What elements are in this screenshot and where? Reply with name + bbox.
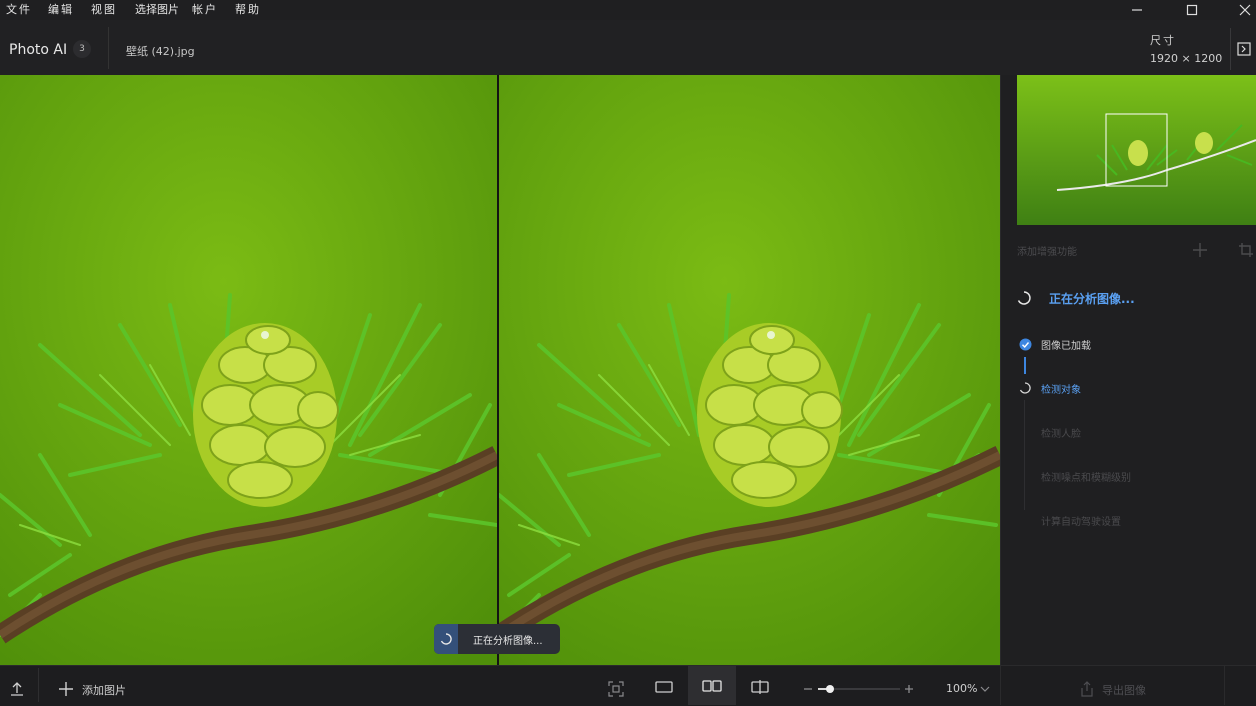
export-divider-right	[1224, 666, 1225, 705]
spinner-icon	[1017, 291, 1031, 305]
single-view-button[interactable]	[646, 668, 682, 705]
dimensions-value: 1920 × 1200	[1150, 52, 1223, 65]
fit-screen-button[interactable]	[606, 679, 626, 699]
minimize-button[interactable]	[1114, 0, 1160, 20]
step-detect-faces: 检测人脸	[1041, 429, 1081, 440]
image-count-badge[interactable]: 3	[73, 40, 91, 58]
menu-view[interactable]: 视图	[91, 1, 117, 17]
panel-toggle-button[interactable]	[1230, 28, 1256, 70]
toast-spinner	[434, 624, 458, 654]
export-button[interactable]: 导出图像	[1102, 682, 1146, 698]
analyzing-title: 正在分析图像...	[1049, 292, 1135, 306]
dimensions-label: 尺寸	[1150, 34, 1176, 47]
add-image-label[interactable]: 添加图片	[82, 682, 126, 698]
step-image-loaded: 图像已加载	[1041, 341, 1091, 352]
minimize-icon	[1132, 9, 1142, 11]
split-view-button[interactable]	[742, 668, 778, 705]
split-view-icon	[751, 679, 769, 694]
zoom-dropdown[interactable]	[978, 681, 992, 697]
zoom-slider-track[interactable]	[818, 685, 900, 693]
step-connector-pending	[1024, 400, 1025, 510]
crop-icon	[1239, 243, 1253, 257]
analyzing-toast: 正在分析图像...	[434, 624, 560, 654]
zoom-out-icon	[804, 688, 812, 690]
navigator-preview[interactable]	[1017, 75, 1256, 225]
menu-file[interactable]: 文件	[6, 1, 32, 17]
panel-toggle-icon	[1237, 42, 1251, 56]
side-by-side-button[interactable]	[688, 666, 736, 705]
menu-bar: 文件 编辑 视图 选择图片 帐户 帮助	[0, 0, 1256, 20]
menu-help[interactable]: 帮助	[235, 1, 261, 17]
step-detect-noise-blur: 检测噪点和模糊级别	[1041, 473, 1131, 484]
chevron-down-icon	[980, 686, 990, 692]
spinner-icon	[1019, 382, 1031, 394]
bottom-divider	[38, 668, 39, 702]
processed-image-pane[interactable]	[499, 75, 1000, 665]
export-icon-wrap	[1078, 679, 1096, 699]
add-feature-label: 添加增强功能	[1017, 247, 1077, 258]
close-icon	[1239, 4, 1251, 16]
zoom-in-button[interactable]	[901, 679, 917, 699]
menu-account[interactable]: 帐户	[192, 1, 218, 17]
toast-text: 正在分析图像...	[473, 636, 543, 647]
menu-select-image[interactable]: 选择图片	[135, 1, 179, 17]
step-done-indicator	[1018, 337, 1032, 351]
step-active-indicator	[1018, 381, 1032, 395]
upload-button[interactable]	[6, 678, 28, 700]
header-divider	[108, 27, 109, 69]
close-button[interactable]	[1222, 0, 1256, 20]
plus-icon	[1193, 243, 1207, 257]
zoom-in-icon	[905, 685, 913, 693]
original-image	[0, 75, 497, 665]
side-by-side-icon	[702, 679, 722, 692]
maximize-button[interactable]	[1169, 0, 1215, 20]
navigator-thumbnail	[1017, 75, 1256, 225]
fit-screen-icon	[608, 681, 624, 697]
step-detect-objects: 检测对象	[1041, 385, 1081, 396]
step-connector-active	[1024, 357, 1026, 374]
upload-icon	[11, 682, 23, 696]
menu-edit[interactable]: 编辑	[48, 1, 74, 17]
zoom-value[interactable]: 100%	[946, 682, 977, 695]
crop-button[interactable]	[1236, 240, 1256, 260]
add-image-button[interactable]	[56, 679, 76, 699]
spinner-icon	[440, 633, 452, 645]
export-divider	[1000, 666, 1001, 705]
zoom-out-button[interactable]	[800, 679, 816, 699]
single-view-icon	[655, 680, 673, 693]
check-circle-icon	[1019, 338, 1031, 350]
processed-image	[499, 75, 1000, 665]
export-icon	[1081, 681, 1093, 697]
step-autopilot-settings: 计算自动驾驶设置	[1041, 517, 1121, 528]
bottom-toolbar	[0, 665, 1256, 706]
app-name: Photo AI	[9, 42, 68, 58]
analyzing-spinner	[1016, 290, 1032, 306]
plus-icon	[59, 682, 73, 696]
maximize-icon	[1186, 4, 1198, 16]
add-feature-button[interactable]	[1190, 240, 1210, 260]
original-image-pane[interactable]	[0, 75, 497, 665]
file-name: 壁纸 (42).jpg	[126, 45, 195, 58]
